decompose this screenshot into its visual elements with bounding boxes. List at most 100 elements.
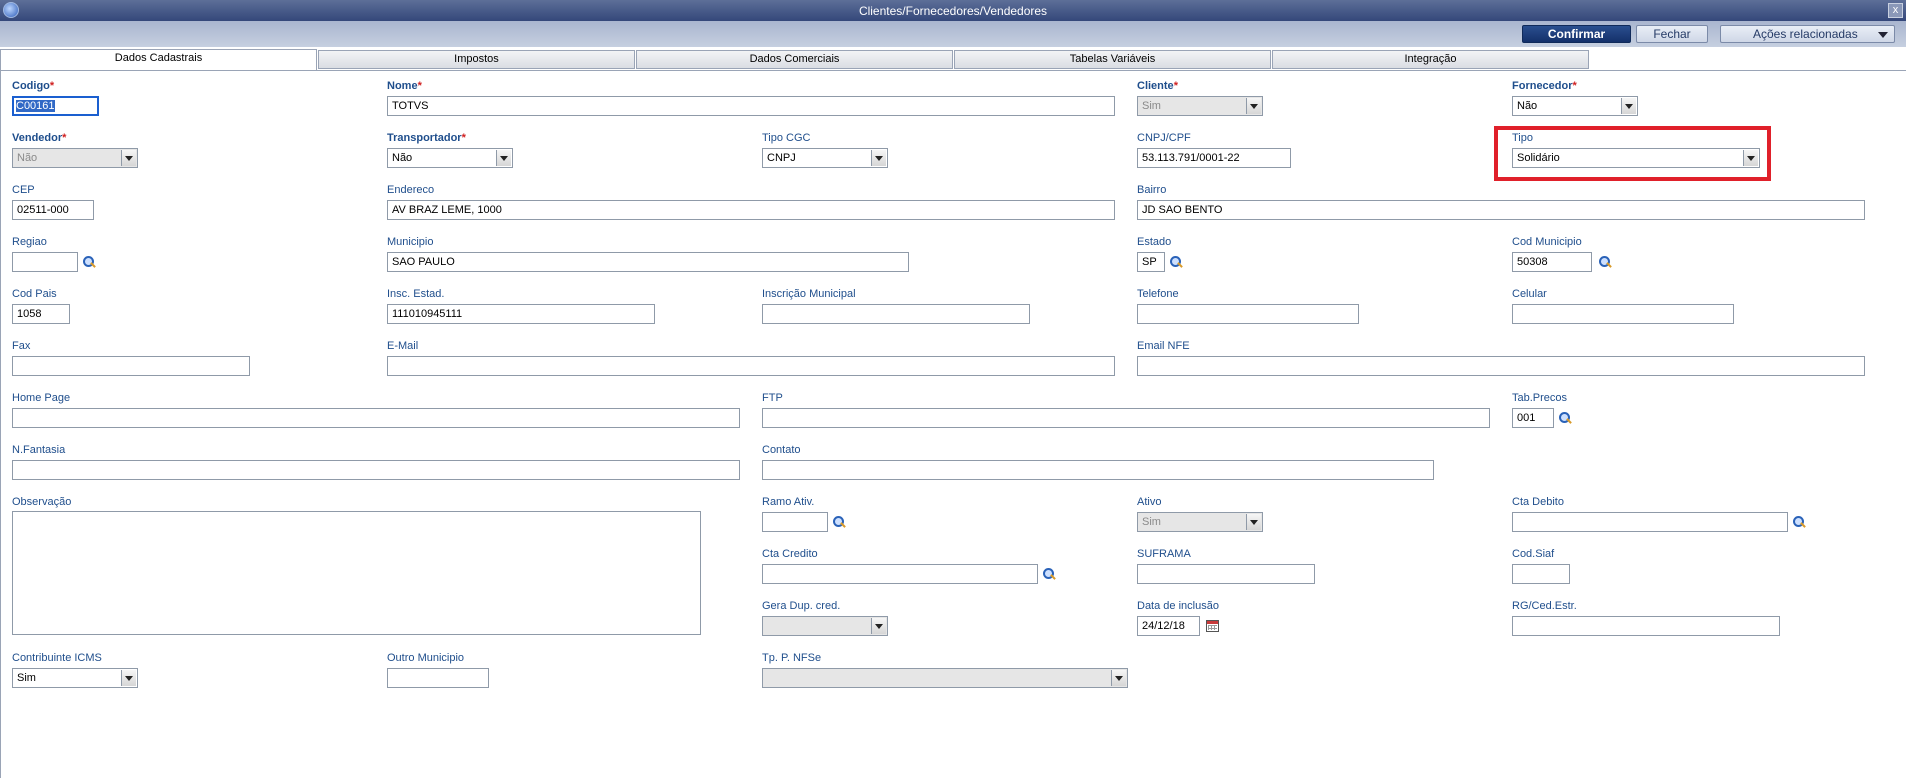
cep-label: CEP	[12, 184, 35, 196]
outro-municipio-label: Outro Municipio	[387, 652, 465, 664]
window-titlebar: Clientes/Fornecedores/Vendedores x	[0, 0, 1906, 21]
home-page-label: Home Page	[12, 392, 71, 404]
cod-pais-field[interactable]: 1058	[12, 304, 70, 324]
tab-impostos[interactable]: Impostos	[318, 50, 635, 69]
chevron-down-icon	[1246, 98, 1261, 114]
tab-bar: Dados Cadastrais Impostos Dados Comercia…	[0, 48, 1906, 71]
tipo-cgc-value: CNPJ	[767, 152, 796, 164]
observacao-textarea[interactable]	[12, 511, 701, 635]
confirm-button[interactable]: Confirmar	[1522, 25, 1631, 43]
tab-dados-cadastrais[interactable]: Dados Cadastrais	[0, 49, 317, 70]
vendedor-select[interactable]: Não	[12, 148, 138, 168]
cnpj-label: CNPJ/CPF	[1137, 132, 1191, 144]
cep-field[interactable]: 02511-000	[12, 200, 94, 220]
ramo-ativ-field[interactable]	[762, 512, 828, 532]
cliente-select[interactable]: Sim	[1137, 96, 1263, 116]
required-mark: *	[461, 132, 466, 144]
cnpj-field[interactable]: 53.113.791/0001-22	[1137, 148, 1291, 168]
required-mark: *	[1173, 80, 1178, 92]
cta-debito-field[interactable]	[1512, 512, 1788, 532]
cta-credito-label: Cta Credito	[762, 548, 818, 560]
search-icon[interactable]	[1558, 411, 1572, 425]
vendedor-label-text: Vendedor	[12, 132, 63, 144]
required-mark: *	[417, 80, 422, 92]
codigo-value: C00161	[16, 100, 55, 112]
transportador-select[interactable]: Não	[387, 148, 513, 168]
contribuinte-icms-select[interactable]: Sim	[12, 668, 138, 688]
regiao-field[interactable]	[12, 252, 78, 272]
search-icon[interactable]	[1792, 515, 1806, 529]
estado-label: Estado	[1137, 236, 1172, 248]
search-icon[interactable]	[832, 515, 846, 529]
nome-field[interactable]: TOTVS	[387, 96, 1115, 116]
ativo-select[interactable]: Sim	[1137, 512, 1263, 532]
email-field[interactable]	[387, 356, 1115, 376]
email-nfe-field[interactable]	[1137, 356, 1865, 376]
municipio-field[interactable]: SAO PAULO	[387, 252, 909, 272]
ftp-field[interactable]	[762, 408, 1490, 428]
endereco-label: Endereco	[387, 184, 435, 196]
data-inclusao-field[interactable]: 24/12/18	[1137, 616, 1200, 636]
search-icon[interactable]	[1169, 255, 1183, 269]
fax-field[interactable]	[12, 356, 250, 376]
search-icon[interactable]	[1042, 567, 1056, 581]
celular-field[interactable]	[1512, 304, 1734, 324]
codigo-field[interactable]: C00161	[12, 96, 99, 116]
window-close-button[interactable]: x	[1888, 3, 1903, 18]
insc-estad-field[interactable]: 111010945111	[387, 304, 655, 324]
email-label: E-Mail	[387, 340, 419, 352]
data-inclusao-label: Data de inclusão	[1137, 600, 1219, 612]
form-border	[0, 70, 1, 778]
tab-dados-comerciais[interactable]: Dados Comerciais	[636, 50, 953, 69]
celular-label: Celular	[1512, 288, 1547, 300]
municipio-label: Municipio	[387, 236, 434, 248]
contato-field[interactable]	[762, 460, 1434, 480]
cod-municipio-field[interactable]: 50308	[1512, 252, 1592, 272]
cod-pais-label: Cod Pais	[12, 288, 57, 300]
estado-field[interactable]: SP	[1137, 252, 1165, 272]
cliente-label-text: Cliente	[1137, 80, 1174, 92]
endereco-field[interactable]: AV BRAZ LEME, 1000	[387, 200, 1115, 220]
required-mark: *	[62, 132, 67, 144]
related-actions-button[interactable]: Ações relacionadas	[1720, 25, 1895, 43]
fornecedor-select[interactable]: Não	[1512, 96, 1638, 116]
bairro-field[interactable]: JD SAO BENTO	[1137, 200, 1865, 220]
insc-municipal-field[interactable]	[762, 304, 1030, 324]
chevron-down-icon	[121, 670, 136, 686]
tab-precos-label: Tab.Precos	[1512, 392, 1568, 404]
cta-debito-label: Cta Debito	[1512, 496, 1564, 508]
window-title: Clientes/Fornecedores/Vendedores	[858, 4, 1048, 18]
tab-tabelas-variaveis[interactable]: Tabelas Variáveis	[954, 50, 1271, 69]
search-icon[interactable]	[1598, 255, 1612, 269]
regiao-label: Regiao	[12, 236, 47, 248]
highlight-box	[1494, 126, 1771, 181]
contribuinte-icms-value: Sim	[17, 672, 36, 684]
chevron-down-icon	[1246, 514, 1261, 530]
gera-dup-select[interactable]	[762, 616, 888, 636]
related-actions-label: Ações relacionadas	[1753, 27, 1858, 41]
cod-siaf-label: Cod.Siaf	[1512, 548, 1555, 560]
cta-credito-field[interactable]	[762, 564, 1038, 584]
fornecedor-value: Não	[1517, 100, 1538, 112]
close-button[interactable]: Fechar	[1636, 25, 1708, 43]
suframa-field[interactable]	[1137, 564, 1315, 584]
chevron-down-icon	[121, 150, 136, 166]
cliente-value: Sim	[1142, 100, 1161, 112]
tab-precos-field[interactable]: 001	[1512, 408, 1554, 428]
transportador-value: Não	[392, 152, 413, 164]
chevron-down-icon	[1111, 670, 1126, 686]
tp-nfse-select[interactable]	[762, 668, 1128, 688]
vendedor-label: Vendedor*	[12, 132, 66, 144]
home-page-field[interactable]	[12, 408, 740, 428]
telefone-field[interactable]	[1137, 304, 1359, 324]
n-fantasia-field[interactable]	[12, 460, 740, 480]
tab-integracao[interactable]: Integração	[1272, 50, 1589, 69]
search-icon[interactable]	[82, 255, 96, 269]
tipo-cgc-select[interactable]: CNPJ	[762, 148, 888, 168]
calendar-icon[interactable]	[1206, 620, 1219, 632]
observacao-label: Observação	[12, 496, 72, 508]
outro-municipio-field[interactable]	[387, 668, 489, 688]
rg-ced-field[interactable]	[1512, 616, 1780, 636]
cod-siaf-field[interactable]	[1512, 564, 1570, 584]
ativo-value: Sim	[1142, 516, 1161, 528]
